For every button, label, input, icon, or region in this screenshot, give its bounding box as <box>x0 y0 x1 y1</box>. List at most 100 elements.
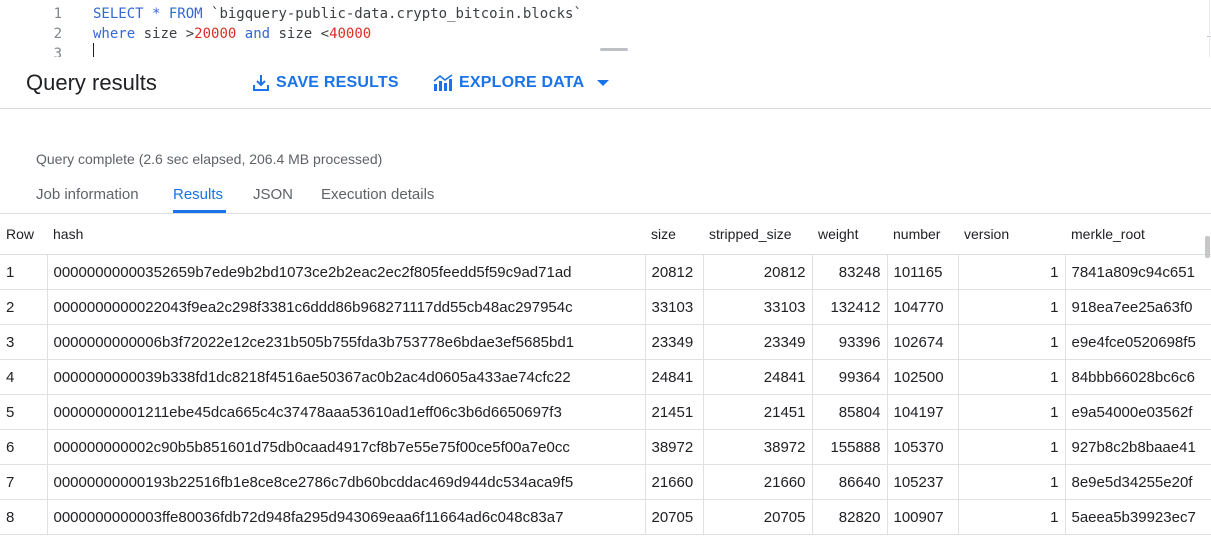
editor-right-divider <box>1209 0 1210 57</box>
save-results-button[interactable]: SAVE RESULTS <box>252 70 399 96</box>
cell-stripped-size[interactable]: 38972 <box>703 429 813 465</box>
cell-size[interactable]: 33103 <box>645 289 704 325</box>
cell-weight[interactable]: 132412 <box>812 289 888 325</box>
cell-hash[interactable]: 0000000000003ffe80036fdb72d948fa295d9430… <box>47 499 646 535</box>
table-row[interactable]: 6 000000000002c90b5b851601d75db0caad4917c… <box>0 429 1211 465</box>
cell-version[interactable]: 1 <box>958 464 1066 500</box>
cell-weight[interactable]: 83248 <box>812 254 888 290</box>
cell-hash[interactable]: 0000000000022043f9ea2c298f3381c6ddd86b96… <box>47 289 646 325</box>
cell-weight[interactable]: 99364 <box>812 359 888 395</box>
cell-version[interactable]: 1 <box>958 499 1066 535</box>
tab-json[interactable]: JSON <box>253 186 293 203</box>
column-header-size[interactable]: size <box>645 214 703 255</box>
cell-size[interactable]: 38972 <box>645 429 704 465</box>
column-header-weight[interactable]: weight <box>812 214 887 255</box>
cell-size[interactable]: 20812 <box>645 254 704 290</box>
table-row[interactable]: 7 00000000000193b22516fb1e8ce8ce2786c7db6… <box>0 464 1211 500</box>
column-header-merkle-root[interactable]: merkle_root <box>1065 214 1211 255</box>
cell-row[interactable]: 1 <box>0 254 48 290</box>
cell-version[interactable]: 1 <box>958 359 1066 395</box>
cell-size[interactable]: 20705 <box>645 499 704 535</box>
cell-merkle-root[interactable]: 84bbb66028bc6c6 <box>1065 359 1211 395</box>
cell-hash[interactable]: 0000000000039b338fd1dc8218f4516ae50367ac… <box>47 359 646 395</box>
table-row[interactable]: 3 0000000000006b3f72022e12ce231b505b755fd… <box>0 324 1211 360</box>
cell-hash[interactable]: 00000000000193b22516fb1e8ce8ce2786c7db60… <box>47 464 646 500</box>
cell-size[interactable]: 21660 <box>645 464 704 500</box>
code-token: and <box>244 26 271 42</box>
tab-execution-details[interactable]: Execution details <box>321 186 434 203</box>
cell-row[interactable]: 3 <box>0 324 48 360</box>
cell-weight[interactable]: 85804 <box>812 394 888 430</box>
cell-number[interactable]: 101165 <box>887 254 959 290</box>
cell-weight[interactable]: 82820 <box>812 499 888 535</box>
table-row[interactable]: 8 0000000000003ffe80036fdb72d948fa295d943… <box>0 499 1211 535</box>
cell-size[interactable]: 24841 <box>645 359 704 395</box>
cell-stripped-size[interactable]: 20705 <box>703 499 813 535</box>
cell-merkle-root[interactable]: 927b8c2b8baae41 <box>1065 429 1211 465</box>
cell-number[interactable]: 105237 <box>887 464 959 500</box>
chart-icon <box>433 74 453 91</box>
table-row[interactable]: 4 0000000000039b338fd1dc8218f4516ae50367a… <box>0 359 1211 395</box>
cell-merkle-root[interactable]: 7841a809c94c651 <box>1065 254 1211 290</box>
cell-row[interactable]: 8 <box>0 499 48 535</box>
cell-size[interactable]: 23349 <box>645 324 704 360</box>
cell-version[interactable]: 1 <box>958 289 1066 325</box>
cell-merkle-root[interactable]: e9e4fce0520698f5 <box>1065 324 1211 360</box>
cell-number[interactable]: 104197 <box>887 394 959 430</box>
column-header-number[interactable]: number <box>887 214 958 255</box>
cell-version[interactable]: 1 <box>958 324 1066 360</box>
cell-number[interactable]: 104770 <box>887 289 959 325</box>
cell-number[interactable]: 102500 <box>887 359 959 395</box>
line-number: 2 <box>53 26 62 42</box>
cell-stripped-size[interactable]: 21451 <box>703 394 813 430</box>
cell-row[interactable]: 4 <box>0 359 48 395</box>
cell-row[interactable]: 2 <box>0 289 48 325</box>
column-header-version[interactable]: version <box>958 214 1065 255</box>
cell-version[interactable]: 1 <box>958 254 1066 290</box>
code-token: size < <box>270 26 330 42</box>
text-cursor <box>93 43 94 57</box>
cell-stripped-size[interactable]: 20812 <box>703 254 813 290</box>
table-header-row: Row hash size stripped_size weight number vers… <box>0 214 1211 255</box>
cell-hash[interactable]: 00000000001211ebe45dca665c4c37478aaa5361… <box>47 394 646 430</box>
cell-merkle-root[interactable]: 918ea7ee25a63f0 <box>1065 289 1211 325</box>
cell-hash[interactable]: 0000000000006b3f72022e12ce231b505b755fda… <box>47 324 646 360</box>
cell-number[interactable]: 102674 <box>887 324 959 360</box>
cell-weight[interactable]: 155888 <box>812 429 888 465</box>
cell-merkle-root[interactable]: e9a54000e03562f <box>1065 394 1211 430</box>
editor-horizontal-scrollbar[interactable] <box>600 48 628 51</box>
table-row[interactable]: 5 00000000001211ebe45dca665c4c37478aaa536… <box>0 394 1211 430</box>
cell-stripped-size[interactable]: 24841 <box>703 359 813 395</box>
sql-editor[interactable]: 1 SELECT * FROM `bigquery-public-data.cry… <box>0 0 1211 58</box>
cell-stripped-size[interactable]: 23349 <box>703 324 813 360</box>
cell-merkle-root[interactable]: 8e9e5d34255e20f <box>1065 464 1211 500</box>
table-row[interactable]: 1 00000000000352659b7ede9b2bd1073ce2b2eac… <box>0 254 1211 290</box>
cell-stripped-size[interactable]: 21660 <box>703 464 813 500</box>
cell-number[interactable]: 105370 <box>887 429 959 465</box>
cell-row[interactable]: 5 <box>0 394 48 430</box>
cell-stripped-size[interactable]: 33103 <box>703 289 813 325</box>
table-vertical-scrollbar[interactable] <box>1205 236 1210 258</box>
download-icon <box>253 75 269 91</box>
code-token: size > <box>135 26 195 42</box>
cell-merkle-root[interactable]: 5aeea5b39923ec7 <box>1065 499 1211 535</box>
tab-job-information[interactable]: Job information <box>36 186 139 203</box>
results-table-container[interactable]: Row hash size stripped_size weight number vers… <box>0 213 1211 541</box>
cell-row[interactable]: 6 <box>0 429 48 465</box>
cell-version[interactable]: 1 <box>958 429 1066 465</box>
column-header-row[interactable]: Row <box>0 214 47 255</box>
caret-down-icon[interactable] <box>596 78 610 88</box>
cell-version[interactable]: 1 <box>958 394 1066 430</box>
column-header-hash[interactable]: hash <box>47 214 645 255</box>
explore-data-button[interactable]: EXPLORE DATA <box>433 70 616 96</box>
table-row[interactable]: 2 0000000000022043f9ea2c298f3381c6ddd86b9… <box>0 289 1211 325</box>
cell-size[interactable]: 21451 <box>645 394 704 430</box>
cell-number[interactable]: 100907 <box>887 499 959 535</box>
cell-weight[interactable]: 86640 <box>812 464 888 500</box>
cell-row[interactable]: 7 <box>0 464 48 500</box>
column-header-stripped-size[interactable]: stripped_size <box>703 214 812 255</box>
cell-weight[interactable]: 93396 <box>812 324 888 360</box>
tab-results[interactable]: Results <box>173 186 223 203</box>
cell-hash[interactable]: 00000000000352659b7ede9b2bd1073ce2b2eac2… <box>47 254 646 290</box>
cell-hash[interactable]: 000000000002c90b5b851601d75db0caad4917cf… <box>47 429 646 465</box>
